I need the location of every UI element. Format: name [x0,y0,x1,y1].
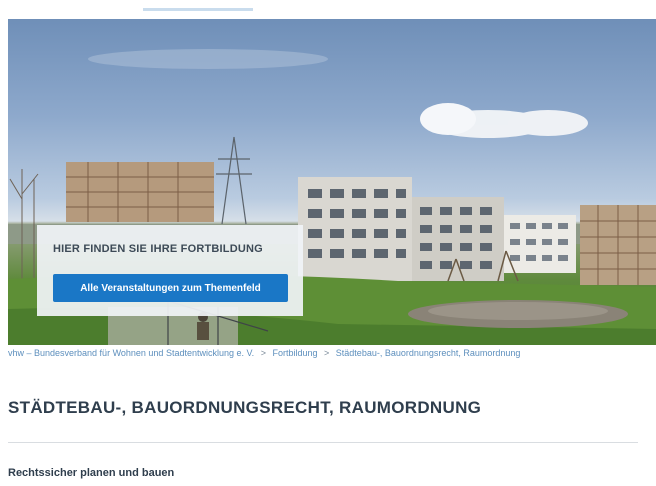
breadcrumb-separator: > [324,348,330,358]
section-subtitle: Rechtssicher planen und bauen [8,467,175,479]
breadcrumb-separator: > [260,348,266,358]
hero-info-card: HIER FINDEN SIE IHRE FORTBILDUNG Alle Ve… [37,225,303,316]
breadcrumb-item-fortbildung[interactable]: Fortbildung [272,348,317,358]
breadcrumb: vhw – Bundesverband für Wohnen und Stadt… [8,348,524,358]
active-tab-indicator [143,8,253,11]
page-title: STÄDTEBAU-, BAUORDNUNGSRECHT, RAUMORDNUN… [8,398,482,417]
breadcrumb-item-home[interactable]: vhw – Bundesverband für Wohnen und Stadt… [8,348,254,358]
breadcrumb-item-current[interactable]: Städtebau-, Bauordnungsrecht, Raumordnun… [336,348,521,358]
hero-card-title: HIER FINDEN SIE IHRE FORTBILDUNG [53,243,263,255]
top-navigation-strip [0,0,656,11]
all-events-button[interactable]: Alle Veranstaltungen zum Themenfeld [53,274,288,302]
title-divider [8,442,638,443]
hero-image: HIER FINDEN SIE IHRE FORTBILDUNG Alle Ve… [8,19,656,345]
